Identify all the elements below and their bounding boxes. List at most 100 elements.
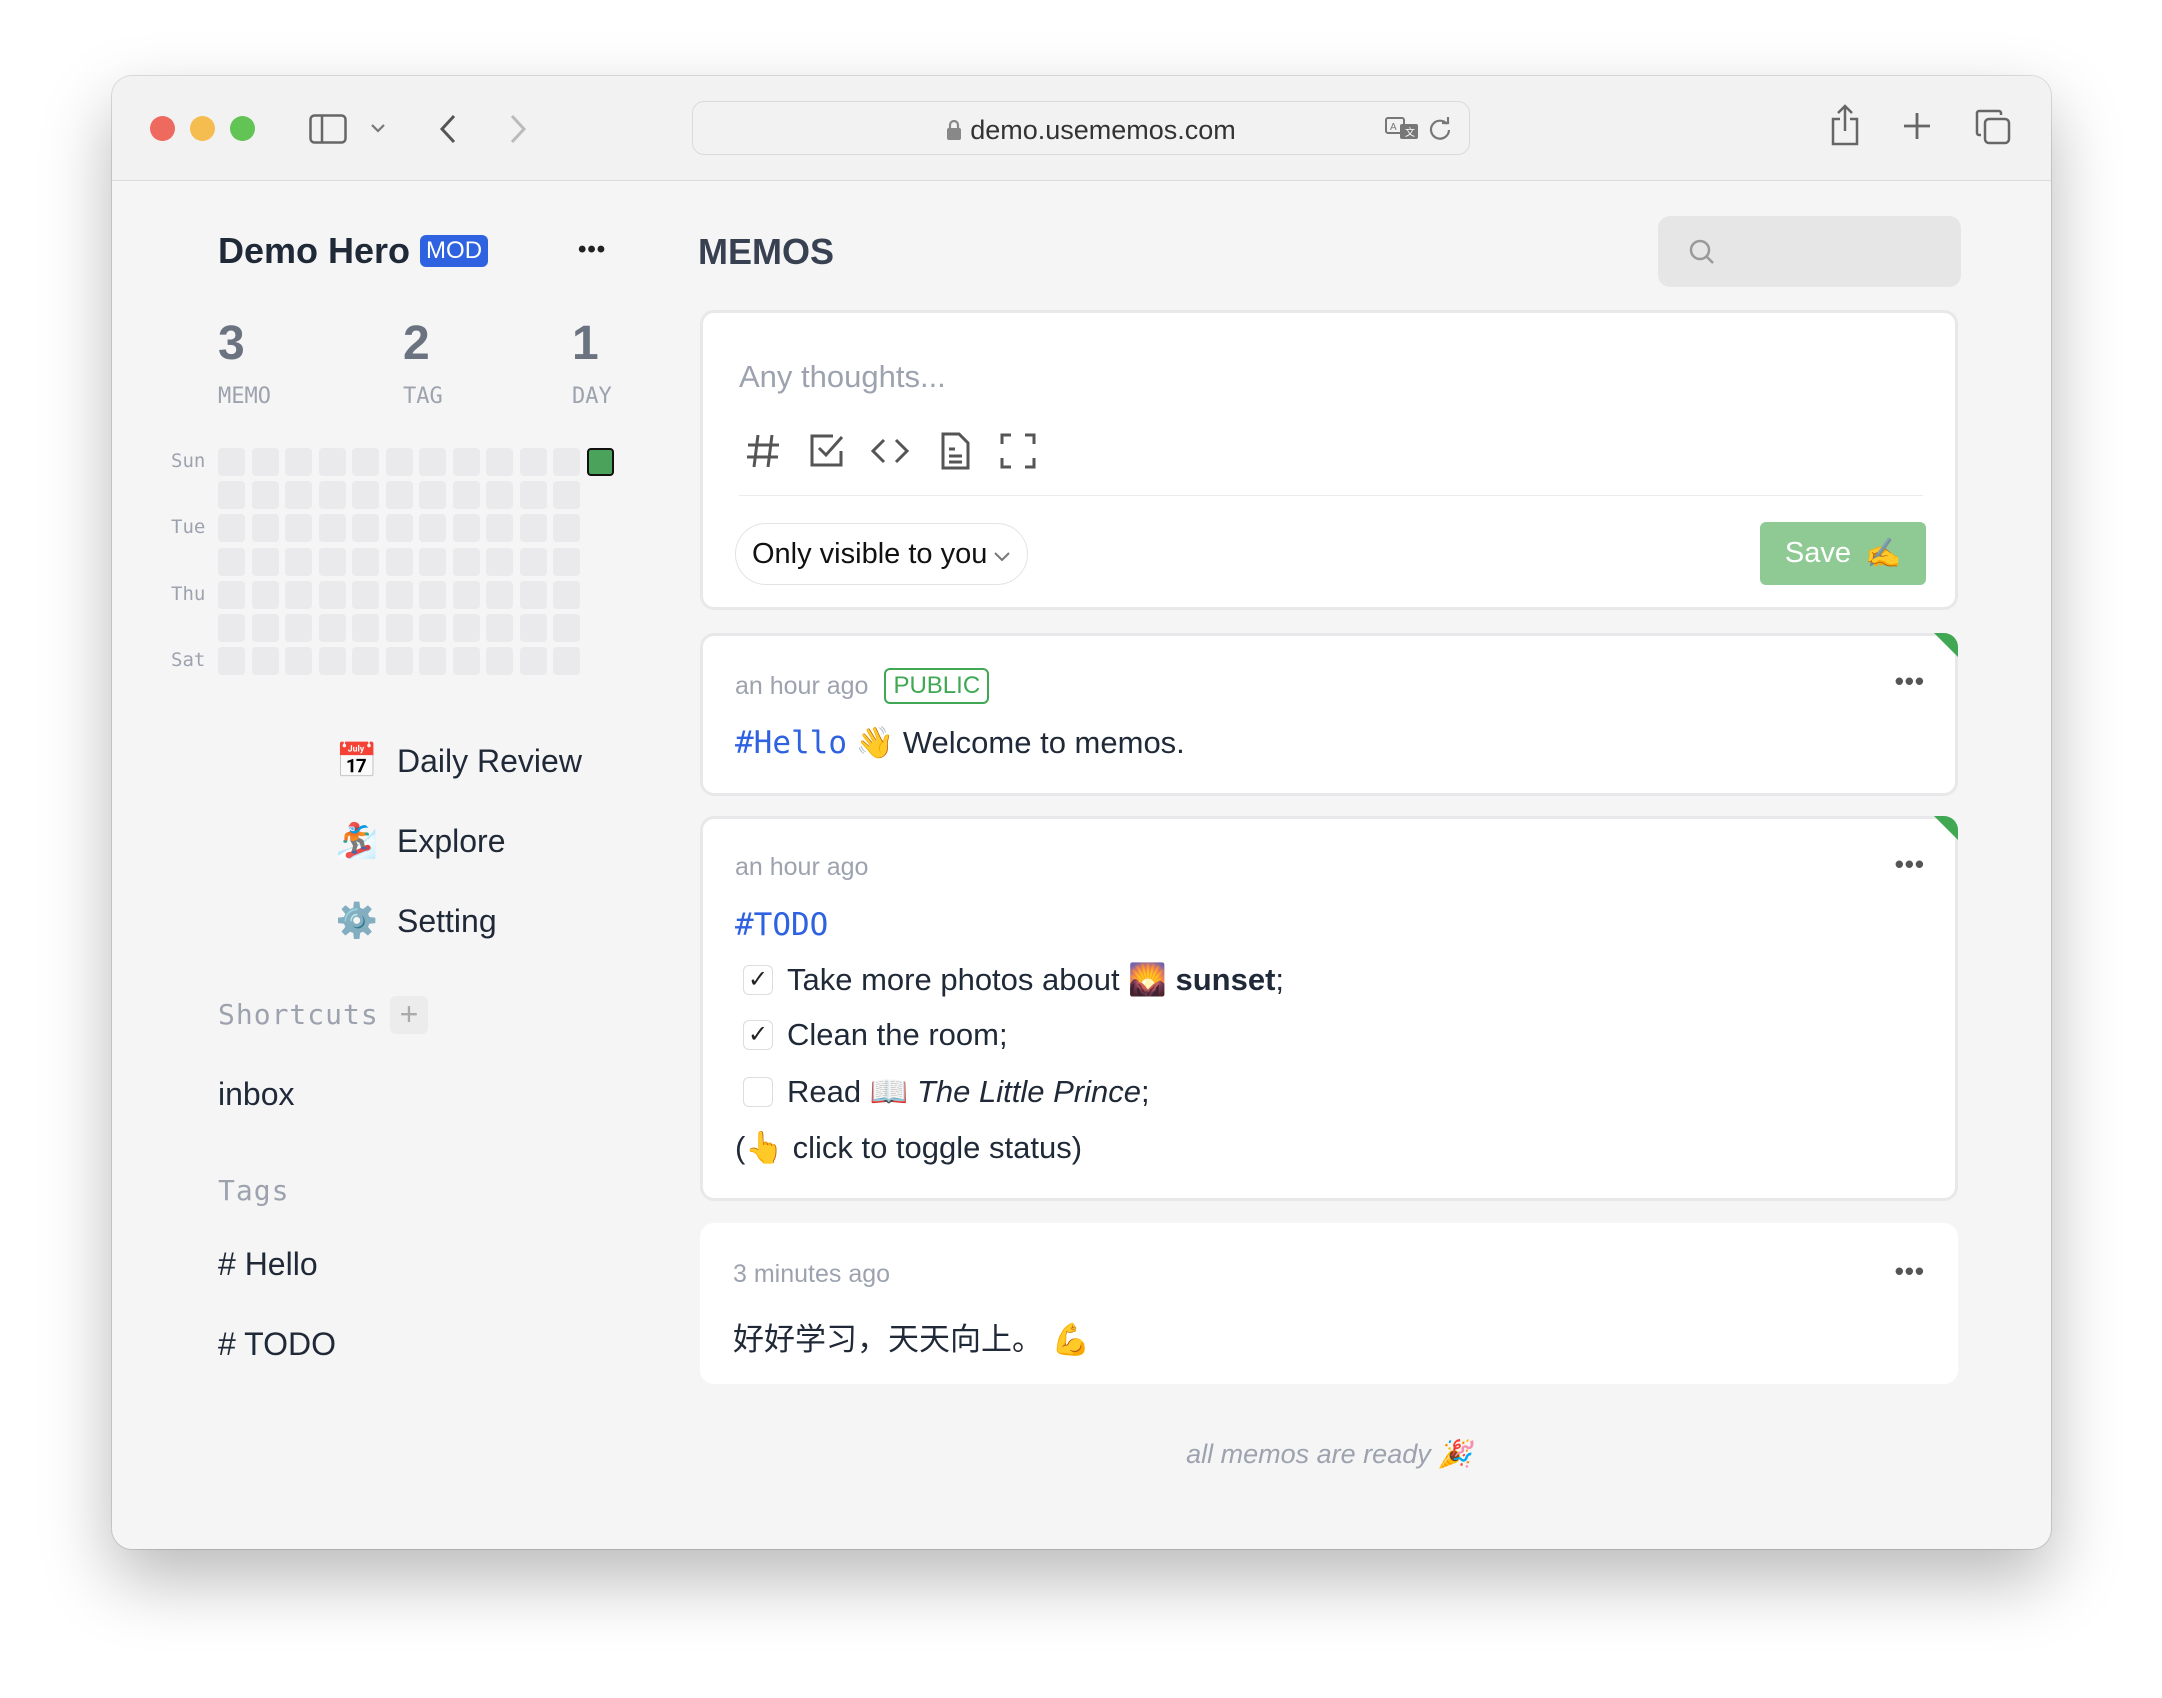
heatmap-cell[interactable] — [285, 580, 312, 609]
heatmap-cell[interactable] — [352, 647, 379, 676]
heatmap-cell[interactable] — [419, 448, 446, 476]
heatmap-cell[interactable] — [385, 580, 413, 609]
heatmap-cell[interactable] — [519, 580, 547, 609]
heatmap-cell[interactable] — [318, 614, 346, 642]
heatmap-cell[interactable] — [285, 647, 312, 676]
minimize-window-button[interactable] — [190, 116, 215, 141]
sidebar-item-explore[interactable]: 🏂 Explore — [327, 813, 514, 869]
add-shortcut-button[interactable]: + — [390, 996, 428, 1034]
heatmap-cell[interactable] — [419, 514, 446, 543]
memo-tag[interactable]: #TODO — [735, 907, 828, 943]
close-window-button[interactable] — [150, 116, 175, 141]
heatmap-cell[interactable] — [519, 481, 547, 510]
heatmap-cell[interactable] — [486, 514, 513, 543]
share-icon[interactable] — [1828, 102, 1862, 148]
heatmap-cell[interactable] — [419, 614, 446, 642]
heatmap-cell[interactable] — [452, 481, 480, 510]
heatmap-cell[interactable] — [452, 614, 480, 642]
memo-menu-button[interactable]: ••• — [1895, 1256, 1925, 1287]
heatmap-cell[interactable] — [419, 547, 446, 576]
heatmap-cell[interactable] — [486, 481, 513, 510]
heatmap-cell[interactable] — [285, 481, 312, 510]
heatmap-cell[interactable] — [251, 514, 279, 543]
heatmap-cell[interactable] — [218, 614, 245, 642]
back-icon[interactable] — [434, 112, 462, 146]
heatmap-cell[interactable] — [218, 448, 245, 476]
heatmap-cell[interactable] — [553, 448, 580, 476]
heatmap-cell[interactable] — [318, 547, 346, 576]
heatmap-cell[interactable] — [251, 614, 279, 642]
user-menu-button[interactable]: ••• — [578, 236, 606, 264]
memo-menu-button[interactable]: ••• — [1895, 666, 1925, 697]
address-bar[interactable]: demo.usememos.com A文 — [692, 101, 1470, 155]
heatmap-cell[interactable] — [419, 481, 446, 510]
todo-checkbox[interactable]: ✓ — [743, 1020, 773, 1050]
heatmap-cell[interactable] — [519, 647, 547, 676]
heatmap-cell[interactable] — [486, 448, 513, 476]
sidebar-item-setting[interactable]: ⚙️ Setting — [327, 893, 505, 949]
tag-item-todo[interactable]: # TODO — [218, 1326, 336, 1363]
translate-icon[interactable]: A文 — [1383, 114, 1423, 144]
reload-icon[interactable] — [1425, 114, 1455, 144]
memo-input[interactable]: Any thoughts... — [739, 359, 946, 395]
todo-checkbox[interactable] — [743, 1076, 773, 1107]
sidebar-icon[interactable] — [308, 113, 348, 145]
search-input[interactable] — [1658, 216, 1961, 287]
heatmap-cell[interactable] — [352, 580, 379, 609]
heatmap-cell[interactable] — [385, 514, 413, 543]
heatmap-cell[interactable] — [352, 481, 379, 510]
heatmap-cell[interactable] — [452, 547, 480, 576]
heatmap-cell[interactable] — [318, 580, 346, 609]
sidebar-item-daily-review[interactable]: 📅 Daily Review — [327, 733, 590, 789]
heatmap-cell[interactable] — [385, 547, 413, 576]
checkbox-icon[interactable] — [807, 431, 847, 471]
heatmap-cell[interactable] — [553, 647, 580, 676]
heatmap-cell[interactable] — [553, 547, 580, 576]
heatmap-cell[interactable] — [486, 614, 513, 642]
heatmap-cell[interactable] — [452, 647, 480, 676]
heatmap-cell[interactable] — [218, 580, 245, 609]
heatmap-cell[interactable] — [318, 647, 346, 676]
heatmap-cell[interactable] — [519, 547, 547, 576]
heatmap-cell[interactable] — [251, 481, 279, 510]
heatmap-cell[interactable] — [553, 614, 580, 642]
heatmap-cell[interactable] — [285, 614, 312, 642]
heatmap-cell[interactable] — [553, 580, 580, 609]
heatmap-cell[interactable] — [318, 514, 346, 543]
heatmap-cell[interactable] — [519, 614, 547, 642]
heatmap-cell[interactable] — [251, 448, 279, 476]
memo-tag[interactable]: #Hello — [735, 725, 847, 761]
heatmap-cell[interactable] — [285, 547, 312, 576]
heatmap-cell[interactable] — [553, 514, 580, 543]
todo-checkbox[interactable]: ✓ — [743, 964, 773, 995]
heatmap-cell[interactable] — [352, 614, 379, 642]
new-tab-icon[interactable] — [1901, 110, 1933, 142]
save-button[interactable]: Save ✍️ — [1760, 522, 1926, 585]
heatmap-cell-active[interactable] — [586, 448, 614, 476]
tabs-overview-icon[interactable] — [1974, 108, 2012, 146]
heatmap-cell[interactable] — [486, 647, 513, 676]
heatmap-cell[interactable] — [452, 514, 480, 543]
heatmap-cell[interactable] — [352, 547, 379, 576]
hash-icon[interactable] — [743, 431, 783, 471]
heatmap-cell[interactable] — [285, 448, 312, 476]
heatmap-cell[interactable] — [385, 448, 413, 476]
heatmap-cell[interactable] — [251, 647, 279, 676]
heatmap-cell[interactable] — [218, 547, 245, 576]
tag-item-hello[interactable]: # Hello — [218, 1246, 318, 1283]
shortcut-item-inbox[interactable]: inbox — [218, 1076, 295, 1113]
heatmap-cell[interactable] — [385, 647, 413, 676]
fullscreen-icon[interactable] — [998, 431, 1038, 471]
heatmap-cell[interactable] — [486, 547, 513, 576]
heatmap-cell[interactable] — [419, 580, 446, 609]
user-banner[interactable]: Demo Hero MOD — [218, 230, 489, 272]
heatmap-cell[interactable] — [218, 647, 245, 676]
memo-menu-button[interactable]: ••• — [1895, 849, 1925, 880]
heatmap-cell[interactable] — [318, 448, 346, 476]
heatmap-cell[interactable] — [352, 448, 379, 476]
heatmap-cell[interactable] — [318, 481, 346, 510]
heatmap-cell[interactable] — [519, 514, 547, 543]
heatmap-cell[interactable] — [452, 448, 480, 476]
heatmap-cell[interactable] — [285, 514, 312, 543]
heatmap-cell[interactable] — [452, 580, 480, 609]
